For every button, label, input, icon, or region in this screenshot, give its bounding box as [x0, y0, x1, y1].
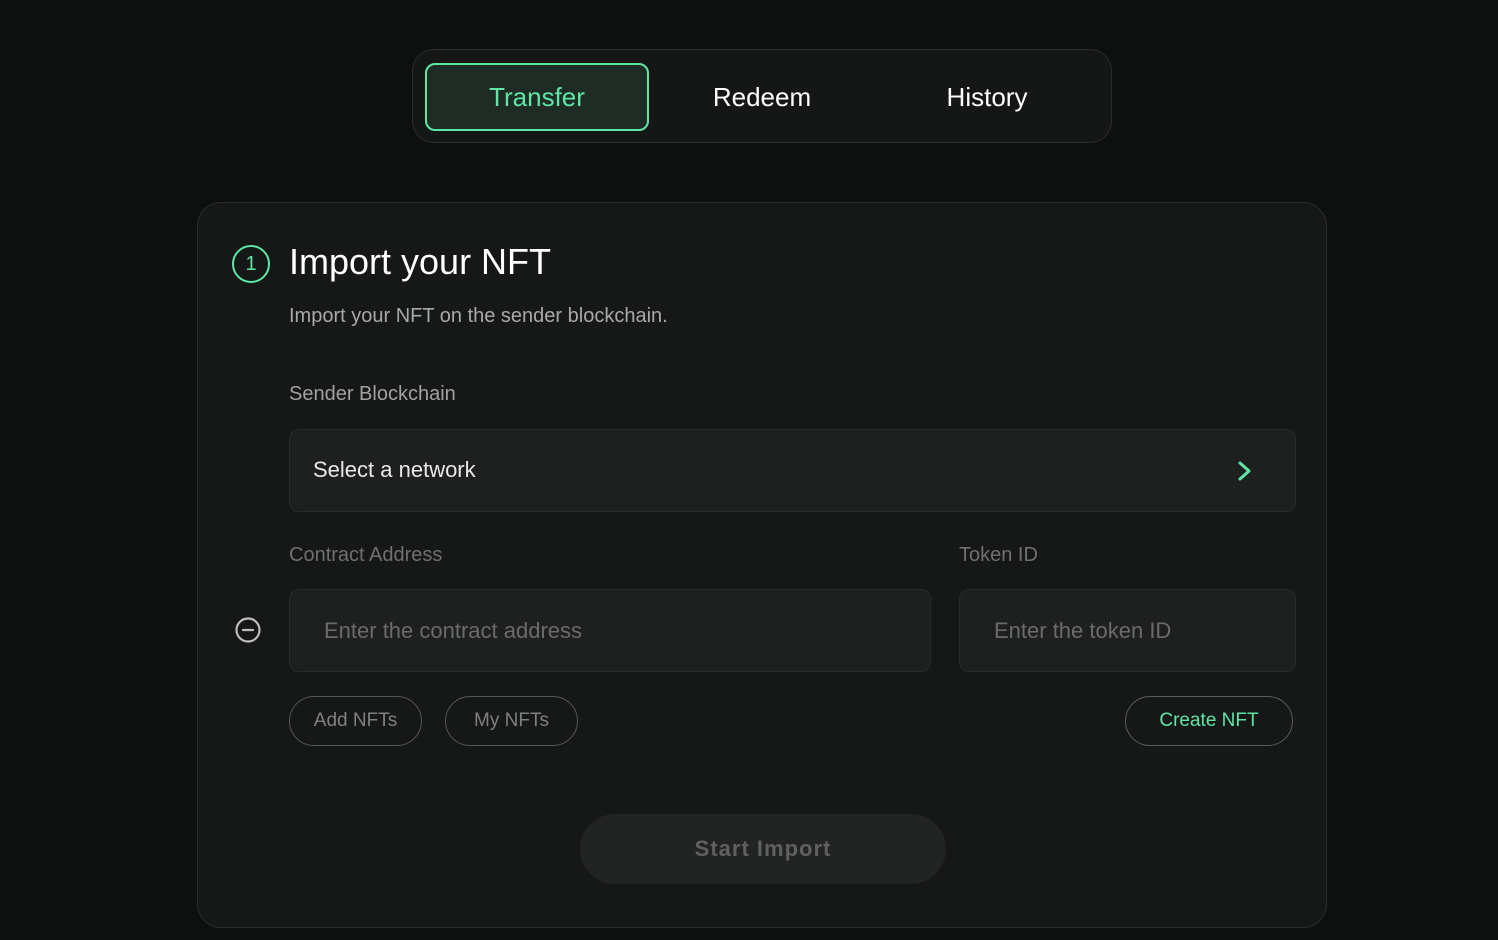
sender-network-value: Select a network [313, 457, 476, 482]
add-nfts-button[interactable]: Add NFTs [289, 696, 422, 746]
tab-redeem[interactable]: Redeem [650, 63, 874, 131]
tab-transfer[interactable]: Transfer [425, 63, 649, 131]
remove-row-icon[interactable] [235, 617, 261, 643]
tab-history[interactable]: History [875, 63, 1099, 131]
tab-bar: Transfer Redeem History [412, 49, 1112, 143]
step-title: Import your NFT [289, 241, 552, 282]
step-subtitle: Import your NFT on the sender blockchain… [289, 305, 668, 327]
token-id-input[interactable] [959, 589, 1296, 672]
step-number-badge: 1 [232, 245, 270, 283]
contract-address-input[interactable] [289, 589, 931, 672]
chevron-right-icon [1238, 461, 1251, 481]
token-id-label: Token ID [959, 544, 1038, 566]
sender-network-select[interactable]: Select a network [289, 429, 1296, 512]
create-nft-button[interactable]: Create NFT [1125, 696, 1293, 746]
sender-blockchain-label: Sender Blockchain [289, 383, 456, 405]
import-card: 1 Import your NFT Import your NFT on the… [197, 202, 1327, 928]
my-nfts-button[interactable]: My NFTs [445, 696, 578, 746]
contract-address-label: Contract Address [289, 544, 443, 566]
start-import-button[interactable]: Start Import [580, 814, 946, 884]
